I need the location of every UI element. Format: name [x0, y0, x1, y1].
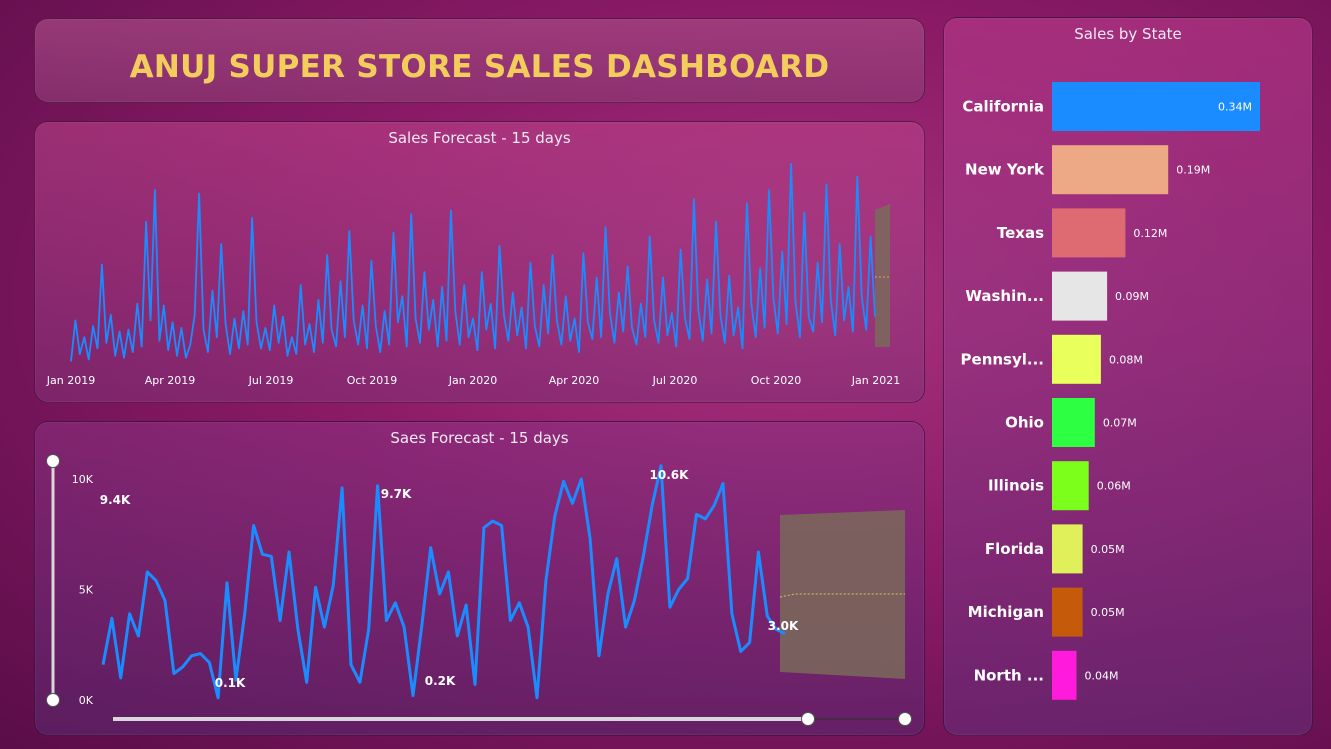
forecast-band: [780, 510, 905, 679]
sales-by-state-chart[interactable]: California 0.34M New York 0.19M Texas 0.12M Wa…: [944, 18, 1314, 737]
data-label: 0.1K: [215, 676, 246, 690]
state-bar[interactable]: [1052, 461, 1089, 511]
x-tick-label: Jul 2020: [652, 374, 698, 387]
x-tick-label: Jul 2019: [248, 374, 294, 387]
y-slider-handle-bottom[interactable]: [46, 693, 60, 707]
state-label: North ...: [974, 666, 1044, 684]
series-line[interactable]: [101, 464, 786, 700]
bar-value-label: 0.12M: [1133, 227, 1167, 240]
bar-value-label: 0.06M: [1097, 480, 1131, 493]
saes-forecast-chart[interactable]: 10K 5K 0K 9.4K 9.7K 10.6K 0.1K 0.2K 3.0K: [35, 422, 926, 737]
bar-value-label: 0.05M: [1091, 543, 1125, 556]
state-label: Florida: [985, 540, 1044, 558]
forecast-band: [875, 204, 890, 347]
state-label: Washin...: [965, 287, 1044, 305]
state-label: California: [962, 98, 1044, 116]
x-tick-label: Jan 2020: [448, 374, 497, 387]
bar-value-label: 0.05M: [1091, 606, 1125, 619]
state-bar[interactable]: [1052, 334, 1101, 384]
data-label: 3.0K: [768, 619, 799, 633]
state-label: New York: [965, 161, 1045, 179]
bar-value-label: 0.04M: [1084, 669, 1118, 682]
sales-forecast-panel[interactable]: Sales Forecast - 15 days Jan 2019 Apr 201…: [34, 121, 925, 403]
state-label: Pennsyl...: [961, 350, 1044, 368]
state-label: Ohio: [1005, 414, 1044, 432]
x-tick-label: Apr 2020: [549, 374, 600, 387]
x-slider-handle-left[interactable]: [801, 712, 815, 726]
sales-forecast-chart[interactable]: Jan 2019 Apr 2019 Jul 2019 Oct 2019 Jan 2020…: [35, 122, 926, 404]
y-tick-label: 0K: [79, 694, 94, 707]
state-label: Texas: [997, 224, 1044, 242]
x-tick-label: Oct 2020: [751, 374, 802, 387]
data-label: 0.2K: [425, 674, 456, 688]
x-tick-label: Apr 2019: [145, 374, 196, 387]
sales-by-state-panel[interactable]: Sales by State California 0.34M New York 0.…: [943, 17, 1313, 736]
state-bar[interactable]: [1052, 587, 1083, 637]
saes-forecast-panel[interactable]: Saes Forecast - 15 days 10K 5K 0K 9.4K 9.7K 1…: [34, 421, 925, 736]
bar-value-label: 0.07M: [1103, 417, 1137, 430]
state-bar[interactable]: [1052, 398, 1095, 447]
state-label: Michigan: [968, 603, 1044, 621]
state-bar[interactable]: [1052, 650, 1077, 700]
state-bar[interactable]: [1052, 145, 1169, 195]
state-bar[interactable]: [1052, 208, 1126, 258]
state-bar[interactable]: [1052, 271, 1108, 321]
state-bar[interactable]: [1052, 524, 1083, 574]
x-tick-label: Oct 2019: [347, 374, 398, 387]
bar-value-label: 0.34M: [1218, 101, 1252, 114]
data-label: 9.7K: [381, 487, 412, 501]
y-tick-label: 10K: [72, 473, 94, 486]
bar-value-label: 0.09M: [1115, 290, 1149, 303]
data-label: 10.6K: [650, 468, 690, 482]
state-label: Illinois: [988, 477, 1044, 495]
x-tick-label: Jan 2021: [851, 374, 900, 387]
bar-value-label: 0.08M: [1109, 353, 1143, 366]
data-label: 9.4K: [100, 493, 131, 507]
x-slider-handle-right[interactable]: [898, 712, 912, 726]
title-panel: ANUJ SUPER STORE SALES DASHBOARD: [34, 18, 925, 103]
y-tick-label: 5K: [79, 584, 94, 597]
series-line[interactable]: [70, 163, 876, 362]
x-tick-label: Jan 2019: [46, 374, 95, 387]
y-slider-handle-top[interactable]: [46, 454, 60, 468]
dashboard-title: ANUJ SUPER STORE SALES DASHBOARD: [129, 49, 830, 85]
bar-value-label: 0.19M: [1176, 164, 1210, 177]
